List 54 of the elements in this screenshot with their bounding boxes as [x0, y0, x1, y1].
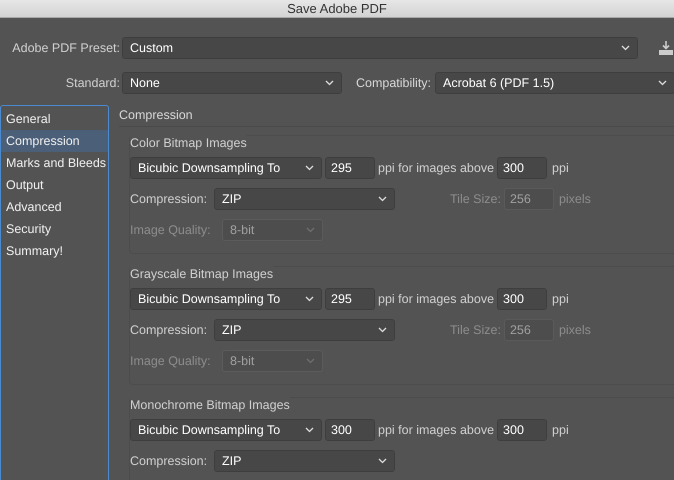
- unit-label: ppi: [552, 160, 569, 174]
- field-label: Standard:: [64, 76, 120, 90]
- compatibility-dropdown[interactable]: Acrobat 6 (PDF 1.5): [435, 72, 674, 94]
- field-label: Tile Size:: [450, 322, 501, 336]
- field-label: Compression:: [130, 454, 208, 468]
- field-label: Image Quality:: [130, 354, 212, 368]
- caret-icon: [305, 296, 314, 302]
- window-title: Save Adobe PDF: [287, 1, 387, 16]
- field-label: Compatibility:: [356, 76, 432, 90]
- threshold-field[interactable]: 300: [497, 288, 548, 310]
- resolution-field[interactable]: 295: [325, 156, 375, 178]
- field-label: Adobe PDF Preset:: [11, 41, 120, 55]
- unit-label: ppi: [552, 292, 569, 306]
- resolution-field[interactable]: 295: [325, 288, 375, 310]
- field-label: ppi for images above: [378, 292, 494, 306]
- sampling-dropdown[interactable]: Bicubic Downsampling To: [130, 418, 322, 440]
- preset-dropdown[interactable]: Custom: [122, 37, 638, 59]
- field-label: Image Quality:: [130, 222, 212, 236]
- caret-icon: [325, 80, 334, 86]
- field-label: ppi for images above: [378, 422, 494, 436]
- caret-icon: [658, 80, 668, 86]
- field-label: Compression:: [130, 192, 208, 206]
- caret-icon: [378, 196, 387, 202]
- caret-icon: [306, 226, 315, 232]
- unit-label: pixels: [558, 322, 591, 336]
- sidebar-item[interactable]: Output: [1, 174, 108, 196]
- sampling-dropdown[interactable]: Bicubic Downsampling To: [130, 156, 322, 178]
- section-title: Compression: [119, 105, 674, 127]
- caret-icon: [305, 426, 314, 432]
- field-label: Compression:: [130, 322, 208, 336]
- sampling-dropdown[interactable]: Bicubic Downsampling To: [130, 288, 322, 310]
- compression-dropdown[interactable]: ZIP: [214, 450, 395, 472]
- unit-label: pixels: [558, 192, 591, 206]
- threshold-field[interactable]: 300: [497, 418, 548, 440]
- sidebar-item[interactable]: Summary!: [1, 240, 108, 262]
- caret-icon: [378, 458, 387, 464]
- standard-dropdown[interactable]: None: [122, 72, 342, 94]
- sidebar-item[interactable]: General: [1, 108, 108, 130]
- caret-icon: [621, 45, 630, 51]
- compression-dropdown[interactable]: ZIP: [214, 318, 395, 340]
- threshold-field[interactable]: 300: [497, 156, 548, 178]
- sidebar-item[interactable]: Security: [1, 218, 108, 240]
- field-label: Tile Size:: [450, 192, 501, 206]
- resolution-field[interactable]: 300: [325, 418, 375, 440]
- field-label: ppi for images above: [378, 160, 494, 174]
- caret-icon: [378, 326, 387, 332]
- caret-icon: [305, 164, 314, 170]
- download-icon[interactable]: [658, 41, 674, 55]
- compression-dropdown[interactable]: ZIP: [214, 188, 395, 210]
- unit-label: ppi: [552, 422, 569, 436]
- sidebar-item[interactable]: Marks and Bleeds: [1, 152, 108, 174]
- sidebar-item[interactable]: Compression: [1, 130, 108, 152]
- sidebar-item[interactable]: Advanced: [1, 196, 108, 218]
- caret-icon: [306, 358, 315, 364]
